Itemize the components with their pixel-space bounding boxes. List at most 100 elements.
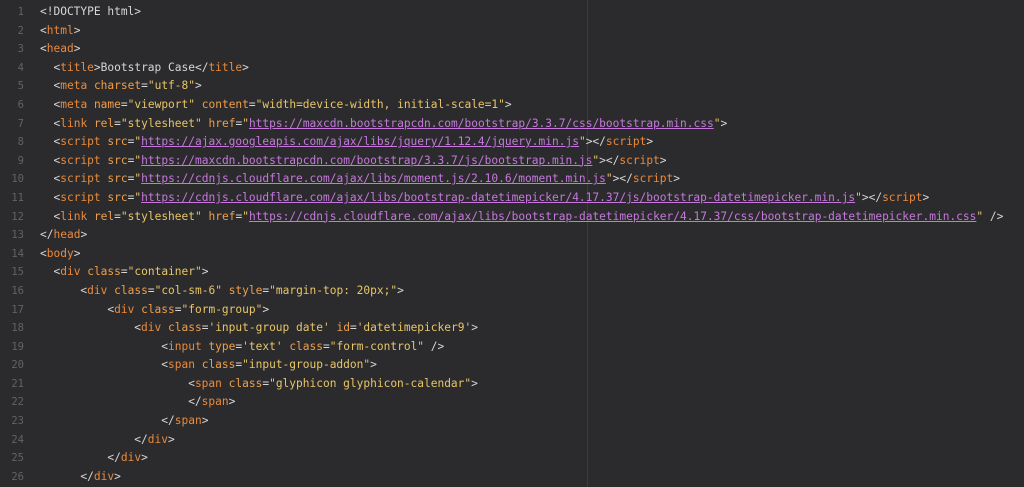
line-number: 16 [11, 284, 24, 297]
url-link-token[interactable]: https://maxcdn.bootstrapcdn.com/bootstra… [249, 117, 714, 130]
html-tag-token: title [60, 60, 94, 74]
code-line[interactable]: 14 <body> [0, 245, 1024, 264]
html-attribute-token: content [201, 97, 249, 111]
code-line[interactable]: 16 <div class="col-sm-6" style="margin-t… [0, 282, 1024, 301]
html-attribute-token: rel [93, 116, 115, 130]
text-token: > [659, 153, 667, 167]
code-line[interactable]: 3 <head> [0, 40, 1024, 59]
code-line[interactable]: 2 <html> [0, 22, 1024, 41]
code-line[interactable]: 1 <!DOCTYPE html> [0, 3, 1024, 22]
code-line[interactable]: 4 <title>Bootstrap Case</title> [0, 59, 1024, 78]
code-line[interactable]: 15 <div class="container"> [0, 263, 1024, 282]
code-line[interactable]: 21 <span class="glyphicon glyphicon-cale… [0, 375, 1024, 394]
code-line[interactable]: 23 </span> [0, 412, 1024, 431]
text-token: > [195, 79, 202, 93]
html-tag-token: script [882, 190, 923, 204]
string-token: "container" [127, 265, 202, 279]
string-token: " [605, 172, 613, 186]
html-attribute-token: class [201, 358, 236, 372]
code-line[interactable]: 12 <link rel="stylesheet" href="https://… [0, 208, 1024, 227]
code-text: <div class='input-group date' id='dateti… [40, 319, 478, 338]
code-line[interactable]: 18 <div class='input-group date' id='dat… [0, 319, 1024, 338]
url-link-token[interactable]: https://cdnjs.cloudflare.com/ajax/libs/b… [249, 210, 976, 223]
code-lines[interactable]: 1 <!DOCTYPE html> 2 <html> 3 <head> 4 <title>B… [0, 3, 1024, 486]
code-line[interactable]: 19 <input type='text' class="form-contro… [0, 338, 1024, 357]
code-line[interactable]: 20 <span class="input-group-addon"> [0, 356, 1024, 375]
html-attribute-token: href [208, 116, 236, 130]
text-token: ></ [585, 135, 606, 149]
code-line[interactable]: 24 </div> [0, 431, 1024, 450]
code-line[interactable]: 5 <meta charset="utf-8"> [0, 77, 1024, 96]
string-token: "stylesheet" [120, 209, 202, 223]
string-token: "margin-top: 20px;" [269, 283, 398, 297]
url-link-token[interactable]: https://cdnjs.cloudflare.com/ajax/libs/m… [141, 172, 606, 185]
html-tag-token: div [60, 265, 81, 279]
text-token: ></ [861, 190, 883, 204]
html-attribute-token: src [107, 172, 128, 186]
html-attribute-token: class [141, 302, 175, 316]
code-text: <div class="col-sm-6" style="margin-top:… [40, 282, 404, 301]
text-token: = [120, 265, 128, 279]
text-token: > [397, 283, 404, 297]
html-tag-token: script [60, 135, 101, 149]
string-token: " [855, 190, 862, 204]
code-line[interactable]: 13 </head> [0, 226, 1024, 245]
code-line[interactable]: 22 </span> [0, 393, 1024, 412]
code-text: <link rel="stylesheet" href="https://cdn… [40, 208, 1003, 227]
string-token: " [578, 135, 586, 149]
text-token: > [504, 97, 512, 111]
string-token: "glyphicon glyphicon-calendar" [269, 376, 472, 390]
code-line[interactable]: 25 </div> [0, 449, 1024, 468]
html-tag-token: span [194, 376, 222, 390]
line-number: 8 [17, 136, 24, 149]
html-attribute-token: src [107, 190, 128, 204]
code-text: <head> [40, 40, 80, 59]
line-number: 9 [17, 154, 24, 167]
html-tag-token: script [632, 172, 674, 186]
string-token: " [242, 116, 249, 130]
string-token: "viewport" [127, 97, 195, 111]
code-line[interactable]: 10 <script src="https://cdnjs.cloudflare… [0, 170, 1024, 189]
html-tag-token: span [201, 395, 229, 409]
code-text: <link rel="stylesheet" href="https://max… [40, 115, 727, 134]
code-line[interactable]: 11 <script src="https://cdnjs.cloudflare… [0, 189, 1024, 208]
line-number: 17 [11, 303, 24, 316]
code-text: <meta name="viewport" content="width=dev… [40, 96, 512, 115]
url-link-token[interactable]: https://ajax.googleapis.com/ajax/libs/jq… [141, 135, 579, 148]
code-text: <html> [40, 22, 80, 41]
text-token: ></ [599, 153, 620, 167]
text-token: > [201, 414, 209, 428]
url-link-token[interactable]: https://maxcdn.bootstrapcdn.com/bootstra… [141, 154, 592, 167]
text-token: <!DOCTYPE html> [40, 5, 142, 18]
code-line[interactable]: 6 <meta name="viewport" content="width=d… [0, 96, 1024, 115]
line-number: 22 [11, 396, 24, 409]
text-token: > [168, 432, 175, 446]
text-token: > [370, 358, 377, 372]
line-number: 15 [11, 266, 24, 279]
code-text: <script src="https://maxcdn.bootstrapcdn… [40, 152, 667, 171]
text-token: > [922, 190, 930, 204]
code-line[interactable]: 7 <link rel="stylesheet" href="https://m… [0, 115, 1024, 134]
text-token: < [161, 358, 168, 372]
url-link-token[interactable]: https://cdnjs.cloudflare.com/ajax/libs/b… [141, 191, 855, 204]
code-text: <span class="glyphicon glyphicon-calenda… [40, 375, 478, 394]
code-text: <script src="https://ajax.googleapis.com… [40, 133, 653, 152]
code-line[interactable]: 17 <div class="form-group"> [0, 301, 1024, 320]
html-tag-token: body [46, 246, 74, 260]
string-token: " [242, 209, 249, 223]
code-editor[interactable]: 1 <!DOCTYPE html> 2 <html> 3 <head> 4 <title>B… [0, 0, 1024, 487]
code-line[interactable]: 9 <script src="https://maxcdn.bootstrapc… [0, 152, 1024, 171]
text-token: > [262, 302, 270, 316]
code-line[interactable]: 26 </div> [0, 468, 1024, 487]
code-line[interactable]: 8 <script src="https://ajax.googleapis.c… [0, 133, 1024, 152]
